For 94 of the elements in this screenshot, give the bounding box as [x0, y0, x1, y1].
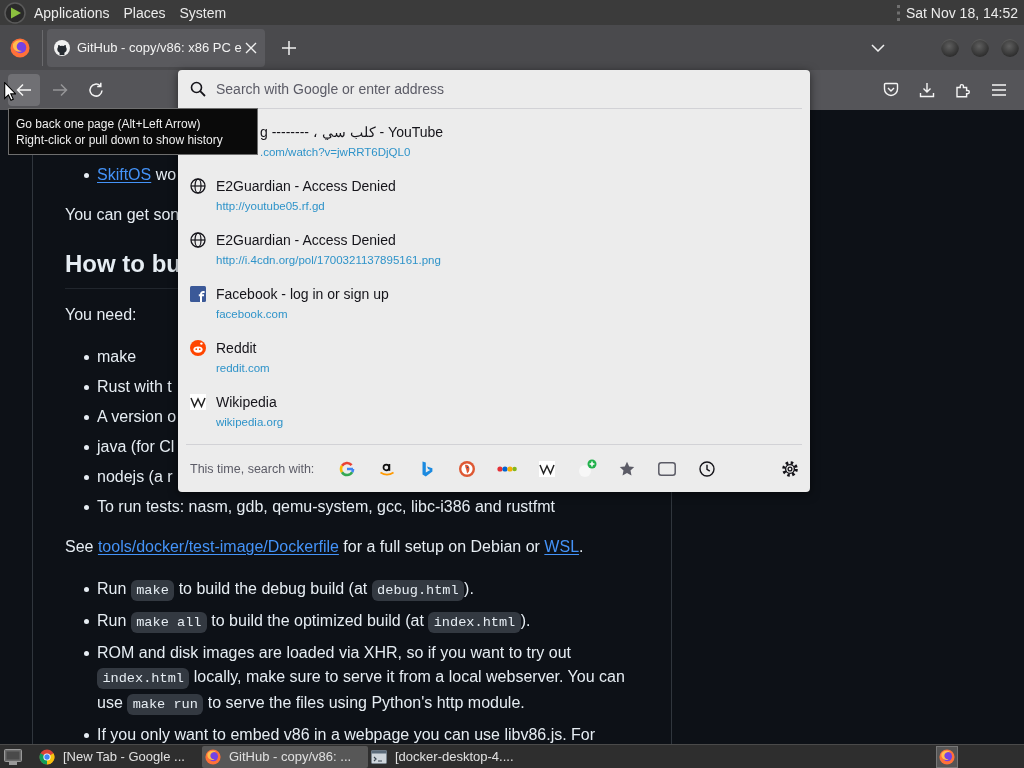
suggestion-url: facebook.com [216, 307, 288, 322]
bullet-icon [84, 505, 89, 510]
chevron-down-icon [871, 43, 885, 52]
suggestion-url: wikipedia.org [216, 415, 284, 430]
plus-badge-icon [577, 458, 598, 479]
w-logo-icon [539, 460, 556, 477]
list-item-text: Run make to build the debug build (at debug.html ). [97, 577, 474, 603]
inline-code: index.html [97, 668, 190, 689]
list-item-text: To run tests: nasm, gdb, qemu-system, gcc, libc-i386 and rustfmt [97, 497, 555, 517]
play-logo-icon[interactable] [4, 1, 26, 24]
search-icon [190, 81, 206, 97]
mouse-pointer-icon [4, 82, 16, 101]
face-logo-icon [190, 340, 206, 356]
taskbar-button[interactable]: [docker-desktop-4.... [368, 745, 534, 768]
taskbar-button[interactable]: GitHub - copy/v86: ... [202, 745, 368, 768]
bullet-icon [84, 475, 89, 480]
panel-menu[interactable]: System [179, 4, 227, 21]
browser-logo-icon [10, 37, 30, 58]
list-item-text: nodejs (a r [97, 467, 173, 487]
suggestion-url: .com/watch?v=jwRRT6DjQL0 [260, 145, 411, 160]
settings-icon [782, 460, 798, 477]
bullet-icon [84, 587, 89, 592]
cat-logo-icon [54, 39, 70, 56]
g-logo-icon [339, 460, 356, 477]
bullet-icon [84, 619, 89, 624]
inline-code: make run [127, 694, 204, 715]
globe-icon [190, 178, 206, 194]
ring-logo-icon [459, 460, 476, 477]
bullet-icon [84, 445, 89, 450]
inline-code: index.html [428, 612, 521, 633]
launcher-button[interactable] [936, 745, 958, 768]
suggestion-title[interactable]: Reddit [216, 339, 257, 357]
download-icon [919, 82, 935, 98]
bullet-icon [84, 385, 89, 390]
reload-icon [88, 82, 104, 98]
list-item-text: A version o [97, 407, 177, 427]
browser-logo-icon [939, 748, 955, 765]
browser-logo-icon [205, 748, 221, 765]
list-item-text: Run make all to build the optimized build (at index.html ). [97, 609, 531, 635]
panel-menu[interactable]: Places [123, 4, 166, 21]
w-logo-icon [190, 394, 206, 410]
inline-code: make all [130, 612, 207, 633]
dots-logo-icon [497, 464, 518, 473]
list-item-text: make [97, 347, 137, 367]
terminal-window-icon [371, 748, 387, 765]
plus-icon [282, 40, 296, 55]
browser-tab[interactable]: GitHub - copy/v86: x86 PC e [47, 28, 265, 67]
list-item-text: SkiftOS wo [97, 165, 177, 185]
tooltip-text: Right-click or pull down to show history [16, 132, 223, 148]
address-field[interactable]: Search with Google or enter address [216, 79, 798, 99]
tab-icon [658, 461, 677, 476]
back-button[interactable] [8, 74, 40, 106]
close-icon [245, 41, 257, 54]
paragraph-text: See tools/docker/test-image/Dockerfile for a full setup on Debian or WSL. [65, 537, 584, 557]
suggestion-url: reddit.com [216, 361, 270, 376]
panel-clock: Sat Nov 18, 14:52 [905, 4, 1018, 21]
taskbar-button[interactable]: [New Tab - Google ... [36, 745, 202, 768]
list-item-text: ROM and disk images are loaded via XHR, so if you want to try out index.html locally, make sure to serve it from a local webserver. You can use make run to serve the files using Python's http module. [97, 641, 639, 717]
paragraph-text: You can get son [65, 205, 180, 225]
suggestion-url: http://i.4cdn.org/pol/1700321137895161.png [216, 253, 441, 268]
search-with-label: This time, search with: [190, 461, 315, 476]
list-item-text: Rust with t [97, 377, 172, 397]
paragraph-text: You need: [65, 305, 137, 325]
list-item-text: If you only want to embed v86 in a webpage you can use libv86.js. For [97, 725, 596, 744]
list-item-text: java (for Cl [97, 437, 175, 457]
suggestion-title[interactable]: g -------- ، كلب سي - YouTube [260, 123, 444, 141]
drag-handle-icon [896, 4, 900, 21]
star-icon [619, 460, 636, 477]
tooltip-text: Go back one page (Alt+Left Arrow) [16, 116, 201, 132]
link[interactable]: SkiftOS [97, 166, 152, 183]
arrow-right-icon [52, 82, 68, 98]
circle-logo-icon [39, 748, 55, 765]
inline-code: make [130, 580, 175, 601]
arrow-left-icon [16, 82, 32, 98]
link[interactable]: tools/docker/test-image/Dockerfile [97, 538, 339, 555]
panel-menu[interactable]: Applications [34, 4, 110, 21]
menu-icon [991, 83, 1007, 97]
bullet-icon [84, 415, 89, 420]
clock-icon [699, 460, 716, 477]
suggestion-title[interactable]: Wikipedia [216, 393, 277, 411]
bullet-icon [84, 173, 89, 178]
puzzle-icon [955, 82, 971, 98]
bullet-icon [84, 733, 89, 738]
f-logo-icon [190, 286, 206, 302]
bullet-icon [84, 355, 89, 360]
pocket-icon [883, 82, 899, 98]
inline-code: debug.html [371, 580, 465, 601]
suggestion-title[interactable]: E2Guardian - Access Denied [216, 177, 396, 195]
suggestion-title[interactable]: Facebook - log in or sign up [216, 285, 389, 303]
globe-icon [190, 232, 206, 248]
suggestion-url: http://youtube05.rf.gd [216, 199, 325, 214]
monitor-icon [4, 748, 22, 765]
suggestion-title[interactable]: E2Guardian - Access Denied [216, 231, 396, 249]
bullet-icon [84, 651, 89, 656]
